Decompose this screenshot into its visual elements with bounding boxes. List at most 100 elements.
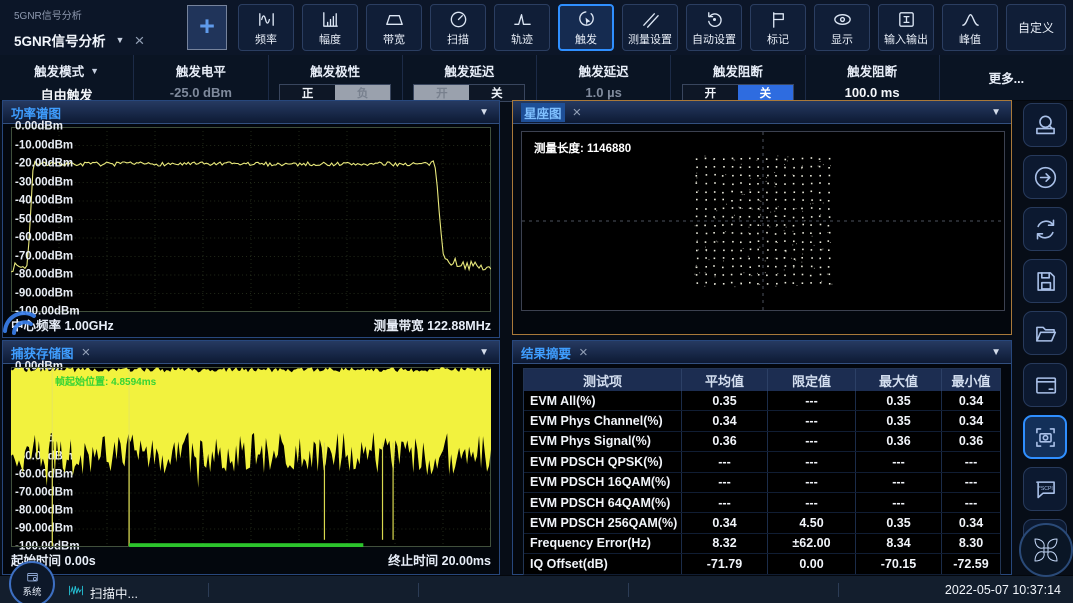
column-header: 最小值 (942, 369, 1000, 391)
toggle-option[interactable]: 开 (414, 85, 469, 101)
trigger-cell-1[interactable]: 触发电平-25.0 dBm (134, 55, 268, 100)
sidebar-button-arrow-right-circle[interactable] (1023, 155, 1067, 199)
panel-capture-titlebar[interactable]: 捕获存储图 × ▼ (3, 341, 499, 364)
table-cell: --- (682, 493, 768, 512)
trigger-cell-2[interactable]: 触发极性正负 (269, 55, 403, 100)
table-cell: 8.34 (856, 534, 942, 553)
toolbar-button-5[interactable]: 触发 (558, 4, 614, 51)
trigger-cell-7[interactable]: 更多... (940, 55, 1073, 100)
toggle-option[interactable]: 正 (280, 85, 335, 101)
collapse-icon[interactable]: ▼ (991, 347, 1001, 358)
sidebar-button-screenshot[interactable] (1023, 415, 1067, 459)
display-icon (832, 9, 853, 30)
toolbar-button-12[interactable]: 自定义 (1006, 4, 1066, 51)
table-row: EVM PDSCH QPSK(%)------------ (524, 452, 1000, 472)
toolbar-button-label: 扫描 (447, 31, 469, 47)
y-axis-label: 0.00dBm (15, 120, 63, 132)
collapse-icon[interactable]: ▼ (991, 107, 1001, 118)
chevron-down-icon[interactable]: ▼ (116, 35, 125, 45)
trigger-cell-4[interactable]: 触发延迟1.0 µs (537, 55, 671, 100)
toolbar-button-label: 输入输出 (884, 31, 928, 47)
table-cell: --- (768, 432, 856, 451)
toolbar-button-label: 轨迹 (511, 31, 533, 47)
table-row: EVM Phys Channel(%)0.34---0.350.34 (524, 411, 1000, 431)
close-panel-icon[interactable]: × (82, 345, 91, 360)
toolbar-button-7[interactable]: 自动设置 (686, 4, 742, 51)
tab-small-label: 5GNR信号分析 (14, 7, 179, 22)
statusbar-divider (838, 583, 839, 597)
column-header: 最大值 (856, 369, 942, 391)
system-button[interactable]: 系统 (9, 561, 55, 603)
sidebar-button-window[interactable] (1023, 363, 1067, 407)
toolbar-button-6[interactable]: 测量设置 (622, 4, 678, 51)
refresh-icon (1032, 216, 1059, 243)
window-icon (1032, 372, 1059, 399)
table-row: EVM All(%)0.35---0.350.34 (524, 391, 1000, 411)
bandwidth-icon (384, 9, 405, 30)
collapse-icon[interactable]: ▼ (479, 347, 489, 358)
toolbar-button-1[interactable]: 幅度 (302, 4, 358, 51)
sidebar-button-scpi[interactable]: *SCPI (1023, 467, 1067, 511)
toolbar-button-label: 自定义 (1018, 19, 1054, 36)
column-header: 平均值 (682, 369, 768, 391)
trigger-cell-value: 100.0 ms (845, 85, 900, 100)
trigger-cell-6[interactable]: 触发阻断100.0 ms (806, 55, 940, 100)
folder-open-icon (1032, 320, 1059, 347)
toolbar-button-label: 自动设置 (692, 31, 736, 47)
toolbar-button-0[interactable]: 频率 (238, 4, 294, 51)
table-cell: 0.34 (942, 391, 1000, 410)
table-cell: -72.59 (942, 554, 1000, 573)
toolbar-button-11[interactable]: 峰值 (942, 4, 998, 51)
table-cell: 0.35 (856, 411, 942, 430)
table-cell: 0.34 (682, 411, 768, 430)
close-tab-icon[interactable]: × (134, 32, 144, 49)
table-cell: --- (768, 391, 856, 410)
toggle-option[interactable]: 关 (738, 85, 793, 101)
toolbar-button-label: 幅度 (319, 31, 341, 47)
svg-text:*SCPI: *SCPI (1038, 485, 1052, 491)
close-panel-icon[interactable]: × (579, 345, 588, 360)
frequency-icon (256, 9, 277, 30)
panel-title: 星座图 (521, 103, 565, 122)
sidebar-button-save[interactable] (1023, 259, 1067, 303)
amplitude-icon (320, 9, 341, 30)
chevron-down-icon[interactable]: ▼ (90, 66, 99, 76)
more-button[interactable]: 更多... (989, 68, 1024, 87)
toolbar-button-3[interactable]: 扫描 (430, 4, 486, 51)
panel-results-titlebar[interactable]: 结果摘要 × ▼ (513, 341, 1011, 364)
toolbar-button-9[interactable]: 显示 (814, 4, 870, 51)
measurement-tab[interactable]: 5GNR信号分析 5GNR信号分析 ▼ × (14, 4, 179, 51)
trigger-cell-0[interactable]: 触发模式▼自由触发 (0, 55, 134, 100)
collapse-icon[interactable]: ▼ (479, 107, 489, 118)
measure-bandwidth-label: 测量带宽 122.88MHz (374, 315, 491, 334)
toolbar-button-10[interactable]: 输入输出 (878, 4, 934, 51)
table-cell: EVM All(%) (524, 391, 682, 410)
scpi-icon: *SCPI (1032, 476, 1059, 503)
toolbar-button-2[interactable]: 带宽 (366, 4, 422, 51)
panel-power-titlebar[interactable]: 功率谱图 ▼ (3, 101, 499, 124)
add-tab-button[interactable]: + (187, 5, 227, 50)
table-cell: --- (768, 411, 856, 430)
table-cell: Frequency Error(Hz) (524, 534, 682, 553)
toolbar-button-label: 显示 (831, 31, 853, 47)
y-axis-label: -50.00dBm (15, 213, 73, 225)
trigger-cell-3[interactable]: 触发延迟开关 (403, 55, 537, 100)
constellation-chart (522, 132, 1004, 310)
panel-constellation-titlebar[interactable]: 星座图 × ▼ (513, 101, 1011, 124)
table-cell: 0.36 (682, 432, 768, 451)
close-panel-icon[interactable]: × (573, 105, 582, 120)
toolbar-button-4[interactable]: 轨迹 (494, 4, 550, 51)
sidebar-button-print[interactable] (1023, 103, 1067, 147)
arrow-right-circle-icon (1032, 164, 1059, 191)
toggle-option[interactable]: 开 (683, 85, 738, 101)
auto-setup-icon (704, 9, 725, 30)
sidebar-button-refresh[interactable] (1023, 207, 1067, 251)
trigger-cell-5[interactable]: 触发阻断开关 (671, 55, 805, 100)
table-cell: --- (768, 452, 856, 471)
toggle-option[interactable]: 负 (335, 85, 390, 101)
sidebar-button-folder-open[interactable] (1023, 311, 1067, 355)
navigate-fab[interactable] (1019, 523, 1073, 577)
toolbar-button-8[interactable]: 标记 (750, 4, 806, 51)
statusbar-divider (628, 583, 629, 597)
toggle-option[interactable]: 关 (469, 85, 524, 101)
